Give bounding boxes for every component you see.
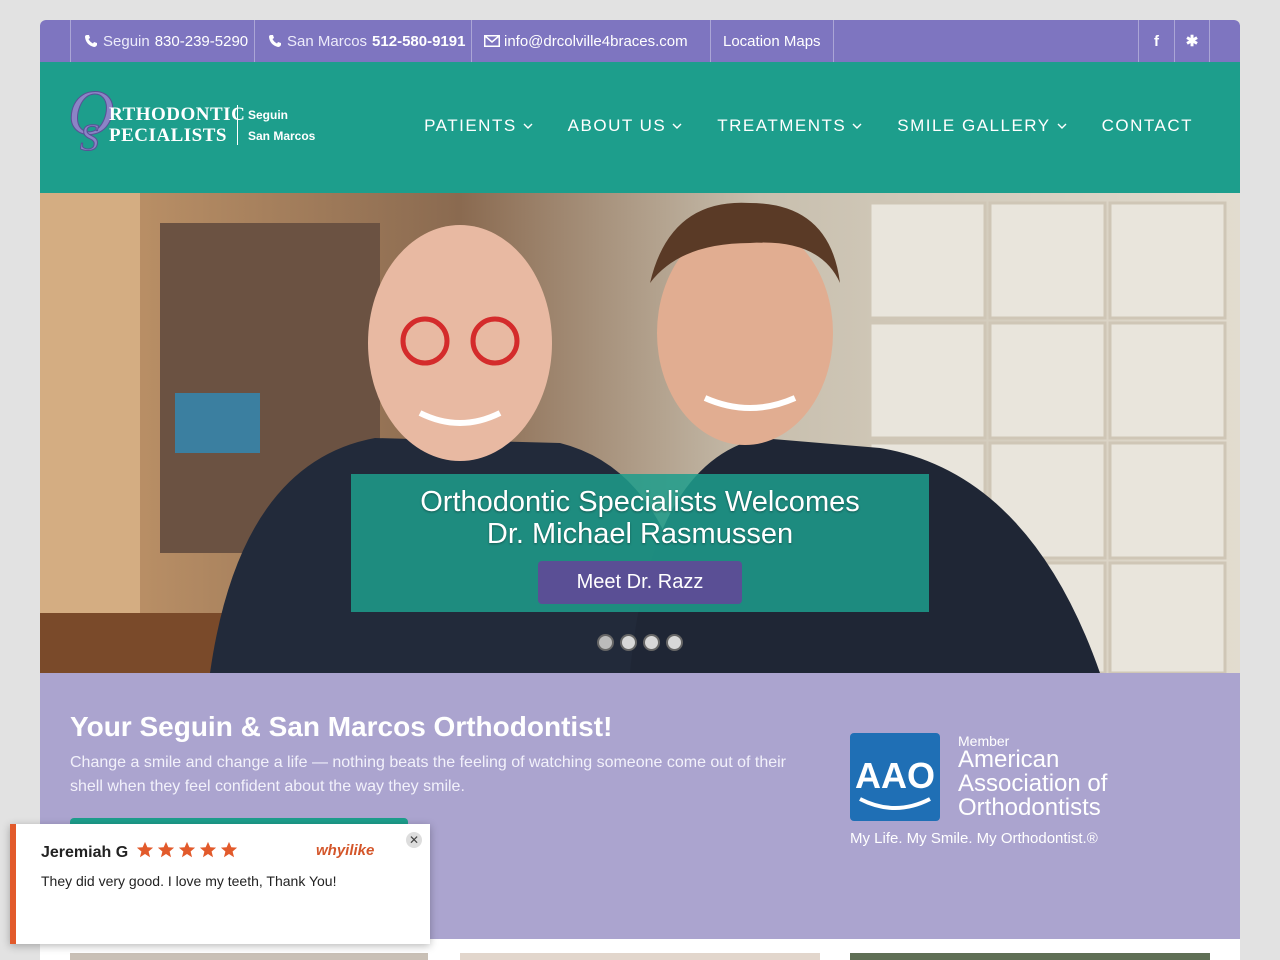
review-brand[interactable]: whyilike	[316, 842, 374, 859]
nav-label: SMILE GALLERY	[897, 116, 1051, 135]
star-icon	[157, 841, 175, 858]
star-icon	[136, 841, 154, 858]
logo-line2: PECIALISTS	[109, 125, 227, 146]
review-stars	[136, 841, 241, 859]
main-nav: PATIENTS ABOUT US TREATMENTS SMILE GALLE…	[389, 116, 1193, 136]
seguin-label: Seguin	[103, 32, 150, 50]
sanmarcos-phone: 512-580-9191	[372, 32, 466, 50]
aao-logo: AAO	[850, 733, 940, 821]
review-widget[interactable]: Jeremiah G whyilike ✕ They did very good…	[10, 824, 430, 944]
nav-smile-gallery[interactable]: SMILE GALLERY	[897, 116, 1067, 136]
location-maps-label: Location Maps	[723, 32, 821, 50]
card-thumb-2[interactable]	[460, 953, 820, 960]
meet-dr-razz-button[interactable]: Meet Dr. Razz	[538, 561, 742, 604]
location-maps-link[interactable]: Location Maps	[710, 20, 834, 62]
intro-title: Your Seguin & San Marcos Orthodontist!	[70, 711, 613, 742]
hero-caption-box: Orthodontic Specialists Welcomes Dr. Mic…	[351, 474, 929, 612]
nav-label: ABOUT US	[567, 116, 667, 135]
intro-text: Change a smile and change a life — nothi…	[70, 754, 787, 795]
slider-dots	[597, 634, 689, 651]
facebook-glyph: f	[1154, 32, 1159, 50]
aao-tagline: My Life. My Smile. My Orthodontist.®	[850, 830, 1098, 847]
chevron-down-icon	[523, 121, 533, 131]
slider-dot-1[interactable]	[597, 634, 614, 651]
card-thumb-3[interactable]	[850, 953, 1210, 960]
site-logo[interactable]: O S RTHODONTIC PECIALISTS Seguin San Mar…	[68, 72, 328, 160]
nav-label: CONTACT	[1101, 116, 1193, 135]
slider-dot-4[interactable]	[666, 634, 683, 651]
review-text: They did very good. I love my teeth, Tha…	[41, 873, 337, 889]
logo-divider	[237, 105, 238, 145]
chevron-down-icon	[852, 121, 862, 131]
svg-text:S: S	[80, 117, 99, 156]
chevron-down-icon	[672, 121, 682, 131]
email-address: info@drcolville4braces.com	[504, 32, 688, 50]
slider-dot-2[interactable]	[620, 634, 637, 651]
nav-label: PATIENTS	[424, 116, 517, 135]
site-header: O S RTHODONTIC PECIALISTS Seguin San Mar…	[40, 62, 1240, 193]
aao-name: American Association of Orthodontists	[958, 746, 1108, 821]
page-frame: Seguin 830-239-5290 San Marcos 512-580-9…	[40, 20, 1240, 960]
aao-badge[interactable]: AAO Member American Association of Ortho…	[850, 733, 1150, 863]
seguin-phone-link[interactable]: Seguin 830-239-5290	[70, 20, 260, 62]
logo-loc2: San Marcos	[248, 129, 316, 143]
slider-dot-3[interactable]	[643, 634, 660, 651]
sanmarcos-label: San Marcos	[287, 32, 368, 50]
close-icon[interactable]: ✕	[406, 832, 422, 848]
facebook-icon[interactable]: f	[1138, 20, 1174, 62]
chevron-down-icon	[1057, 121, 1067, 131]
nav-patients[interactable]: PATIENTS	[424, 116, 533, 136]
aao-logo-text: AAO	[855, 755, 935, 796]
reviewer-name: Jeremiah G	[41, 844, 129, 861]
nav-about-us[interactable]: ABOUT US	[568, 116, 683, 136]
seguin-phone: 830-239-5290	[154, 32, 249, 50]
star-icon	[178, 841, 196, 858]
sanmarcos-phone-link[interactable]: San Marcos 512-580-9191	[254, 20, 477, 62]
yelp-glyph: ✱	[1185, 33, 1199, 50]
phone-icon	[267, 33, 283, 49]
phone-icon	[83, 33, 99, 49]
logo-line1: RTHODONTIC	[109, 104, 246, 125]
hero-slider: Orthodontic Specialists Welcomes Dr. Mic…	[40, 193, 1240, 673]
nav-contact[interactable]: CONTACT	[1102, 116, 1193, 136]
nav-label: TREATMENTS	[717, 116, 847, 135]
yelp-icon[interactable]: ✱	[1174, 20, 1210, 62]
nav-treatments[interactable]: TREATMENTS	[717, 116, 862, 136]
top-contact-bar: Seguin 830-239-5290 San Marcos 512-580-9…	[40, 20, 1240, 62]
card-thumb-1[interactable]	[70, 953, 428, 960]
logo-loc1: Seguin	[248, 108, 289, 122]
hero-title-line1: Orthodontic Specialists Welcomes	[420, 486, 860, 518]
star-icon	[199, 841, 217, 858]
hero-title-line2: Dr. Michael Rasmussen	[486, 518, 794, 550]
envelope-icon	[484, 33, 500, 49]
email-link[interactable]: info@drcolville4braces.com	[471, 20, 700, 62]
star-icon	[220, 841, 238, 858]
